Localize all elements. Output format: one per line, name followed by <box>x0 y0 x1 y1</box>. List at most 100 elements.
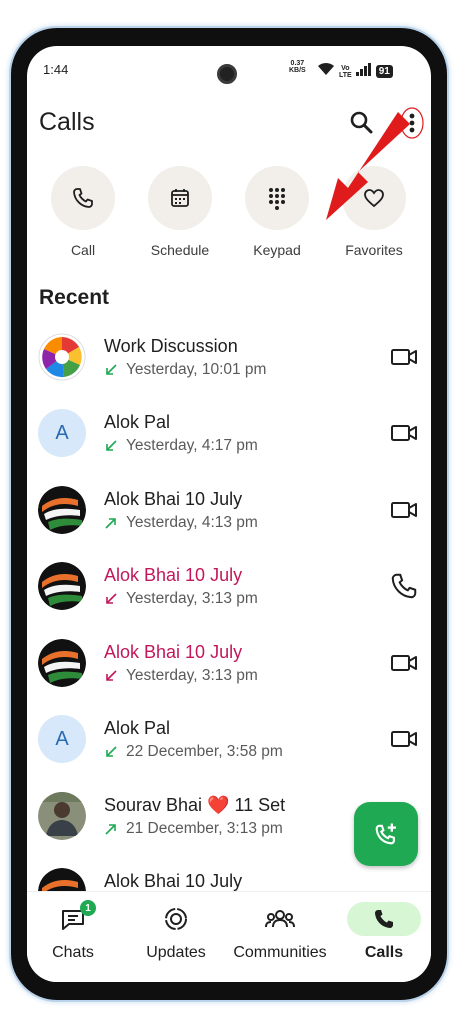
call-time: 22 December, 3:58 pm <box>126 743 283 760</box>
outgoing-arrow-icon <box>105 518 116 529</box>
tab-updates-label: Updates <box>146 944 206 961</box>
video-camera-icon <box>391 425 417 441</box>
tab-communities-label: Communities <box>233 944 327 961</box>
tab-calls[interactable]: Calls <box>334 902 431 962</box>
outgoing-arrow-icon <box>105 824 116 835</box>
net-speed-value: 0.37 <box>290 60 305 67</box>
call-time: Yesterday, 4:13 pm <box>126 514 258 531</box>
schedule-action-circle <box>148 166 212 230</box>
call-row[interactable]: Work Discussion Yesterday, 10:01 pm <box>27 326 431 402</box>
call-detail: Yesterday, 3:13 pm <box>104 667 258 685</box>
page-title: Calls <box>39 108 95 136</box>
avatar <box>38 639 86 687</box>
lte-top: Vo <box>341 64 350 72</box>
contact-name: Sourav Bhai ❤️ 11 Set <box>104 795 286 815</box>
call-detail: 21 December, 3:13 pm <box>104 820 283 838</box>
call-time: Yesterday, 3:13 pm <box>126 590 258 607</box>
tab-chats[interactable]: 1 Chats <box>27 900 123 962</box>
call-action-circle <box>51 166 115 230</box>
video-call-button[interactable] <box>389 495 419 525</box>
calendar-icon <box>171 189 189 207</box>
dialpad-icon <box>269 188 285 210</box>
favorites-action[interactable]: Favorites <box>329 166 419 258</box>
schedule-action[interactable]: Schedule <box>135 166 225 258</box>
tab-communities-icon-wrap <box>243 902 317 936</box>
net-speed: 0.37 KB/S <box>289 60 306 74</box>
video-camera-icon <box>391 349 417 365</box>
call-row[interactable]: Alok Bhai 10 July Yesterday, 3:13 pm <box>27 632 431 708</box>
video-camera-icon <box>391 731 417 747</box>
status-time: 1:44 <box>43 62 69 77</box>
call-action[interactable]: Call <box>38 166 128 258</box>
schedule-action-label: Schedule <box>150 242 210 258</box>
contact-name: Alok Bhai 10 July <box>104 565 243 585</box>
avatar: A <box>38 409 86 457</box>
more-options-button[interactable] <box>399 106 425 140</box>
status-bar: 1:44 0.37 KB/S Vo LTE 91 <box>27 46 431 92</box>
keypad-action[interactable]: Keypad <box>232 166 322 258</box>
keypad-action-label: Keypad <box>253 242 301 258</box>
missed-arrow-icon <box>106 593 117 604</box>
bottom-navigation: 1 Chats Updates Communities Calls <box>27 891 431 982</box>
lte-indicator: Vo LTE <box>339 65 352 79</box>
lte-bottom: LTE <box>339 71 352 79</box>
call-detail: Yesterday, 4:13 pm <box>104 514 258 532</box>
call-time: Yesterday, 3:13 pm <box>126 667 258 684</box>
call-detail: 22 December, 3:58 pm <box>104 743 283 761</box>
net-speed-unit: KB/S <box>289 67 306 74</box>
keypad-action-circle <box>245 166 309 230</box>
avatar <box>38 792 86 840</box>
tab-calls-icon-wrap <box>347 902 421 936</box>
call-detail: Yesterday, 10:01 pm <box>104 361 266 379</box>
video-call-button[interactable] <box>389 648 419 678</box>
contact-name: Alok Pal <box>104 412 171 432</box>
front-camera <box>217 64 237 84</box>
tab-chats-icon-wrap: 1 <box>36 900 110 936</box>
new-call-fab[interactable] <box>354 802 418 866</box>
voice-call-button[interactable] <box>389 571 419 601</box>
video-camera-icon <box>391 655 417 671</box>
status-icon <box>165 908 187 930</box>
phone-icon <box>375 910 393 928</box>
contact-name: Alok Bhai 10 July <box>104 871 243 891</box>
contact-name: Work Discussion <box>104 336 238 356</box>
phone-icon <box>391 573 417 599</box>
tab-calls-label: Calls <box>364 944 404 961</box>
incoming-arrow-icon <box>106 440 117 451</box>
call-time: 21 December, 3:13 pm <box>126 820 283 837</box>
avatar <box>38 486 86 534</box>
unread-badge: 1 <box>80 900 96 916</box>
call-detail: Yesterday, 3:13 pm <box>104 590 258 608</box>
phone-screen: 1:44 0.37 KB/S Vo LTE 91 Calls Call Sche… <box>27 46 431 982</box>
video-call-button[interactable] <box>389 724 419 754</box>
avatar <box>38 333 86 381</box>
call-time: Yesterday, 10:01 pm <box>126 361 267 378</box>
signal-icon <box>355 62 372 81</box>
video-call-button[interactable] <box>389 342 419 372</box>
search-button[interactable] <box>349 110 375 136</box>
contact-name: Alok Pal <box>104 718 171 738</box>
call-row[interactable]: Alok Bhai 10 July Yesterday, 4:13 pm <box>27 479 431 555</box>
missed-arrow-icon <box>106 670 117 681</box>
status-icons: Vo LTE 91 <box>317 62 393 81</box>
communities-icon <box>265 910 295 928</box>
heart-icon <box>364 189 384 208</box>
contact-name: Alok Bhai 10 July <box>104 489 243 509</box>
call-row[interactable]: Alok Bhai 10 July Yesterday, 3:13 pm <box>27 555 431 631</box>
call-detail: Yesterday, 4:17 pm <box>104 437 258 455</box>
avatar <box>38 562 86 610</box>
call-row[interactable]: A Alok Pal Yesterday, 4:17 pm <box>27 402 431 478</box>
search-icon <box>350 111 373 134</box>
add-call-icon <box>375 823 396 845</box>
tab-communities[interactable]: Communities <box>230 902 330 962</box>
call-row[interactable]: A Alok Pal 22 December, 3:58 pm <box>27 708 431 784</box>
more-vert-icon <box>400 107 424 139</box>
avatar: A <box>38 715 86 763</box>
battery-indicator: 91 <box>375 65 393 78</box>
phone-icon <box>73 188 93 208</box>
call-time: Yesterday, 4:17 pm <box>126 437 258 454</box>
tab-updates[interactable]: Updates <box>126 902 226 962</box>
favorites-action-circle <box>342 166 406 230</box>
video-call-button[interactable] <box>389 418 419 448</box>
quick-actions: Call Schedule Keypad Favorites <box>27 166 431 266</box>
